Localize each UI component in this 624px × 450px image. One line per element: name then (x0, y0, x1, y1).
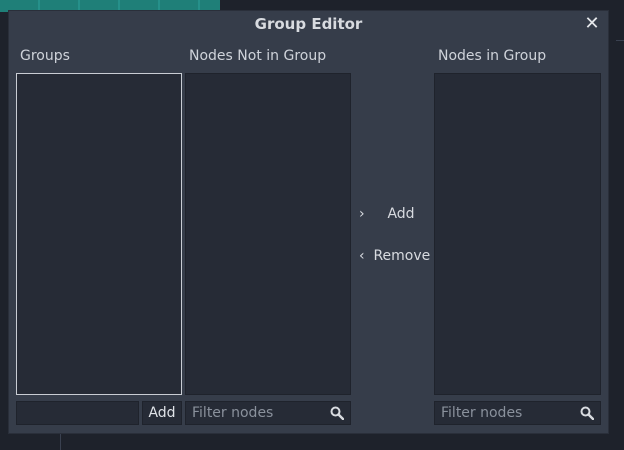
nodes-not-in-group-label: Nodes Not in Group (189, 48, 327, 64)
nodes-in-group-label: Nodes in Group (438, 48, 547, 64)
search-icon (580, 406, 594, 420)
nodes-not-in-group-filter-input[interactable] (192, 402, 320, 424)
group-name-field[interactable] (16, 401, 139, 425)
dialog-title: Group Editor (254, 15, 363, 33)
nodes-not-in-group-filter[interactable] (185, 401, 351, 425)
add-to-group-button[interactable]: › Add (359, 205, 415, 223)
group-editor-dialog: Group Editor ✕ Groups Add Nodes Not in G… (8, 10, 609, 434)
background-guide (60, 434, 61, 450)
chevron-left-icon: ‹ (359, 248, 365, 264)
nodes-in-group-list[interactable] (434, 73, 601, 395)
nodes-in-group-filter[interactable] (434, 401, 601, 425)
close-icon: ✕ (584, 13, 600, 34)
groups-label: Groups (20, 48, 70, 64)
nodes-not-in-group-list[interactable] (185, 73, 351, 395)
close-button[interactable]: ✕ (582, 13, 602, 35)
group-name-input[interactable] (23, 402, 108, 424)
remove-from-group-label: Remove (373, 248, 431, 264)
background-guide (616, 40, 624, 41)
groups-list[interactable] (16, 73, 182, 395)
remove-from-group-button[interactable]: ‹ Remove (359, 247, 430, 265)
add-to-group-label: Add (387, 206, 415, 222)
search-icon (330, 406, 344, 420)
add-group-button[interactable]: Add (142, 401, 182, 425)
chevron-right-icon: › (359, 206, 365, 222)
nodes-in-group-filter-input[interactable] (441, 402, 570, 424)
